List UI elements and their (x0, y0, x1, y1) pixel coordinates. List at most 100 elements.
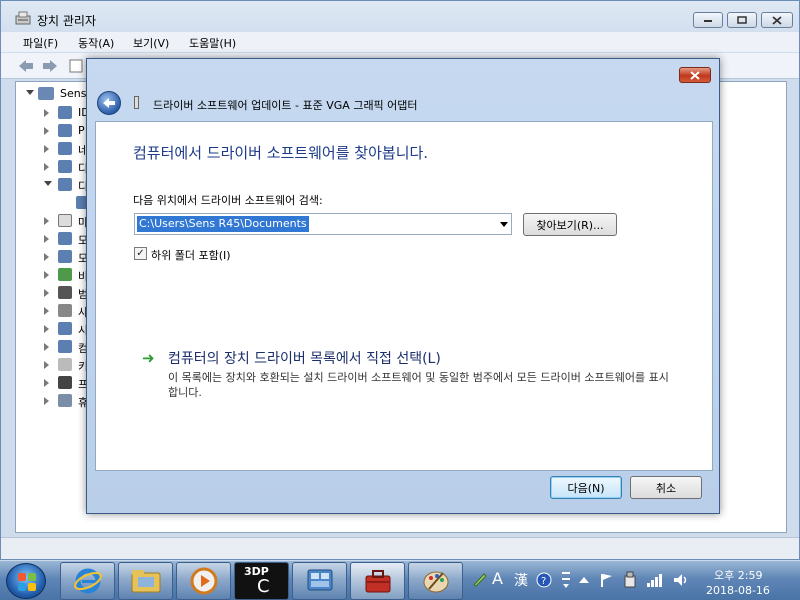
tree-item[interactable]: 네 (16, 140, 88, 158)
flag-icon[interactable] (598, 572, 614, 588)
menu-file[interactable]: 파일(F) (23, 35, 58, 51)
expand-icon[interactable] (44, 289, 49, 297)
tree-item[interactable]: 비 (16, 266, 88, 284)
taskbar-paint[interactable] (408, 562, 463, 600)
mouse-icon (58, 214, 72, 227)
maximize-button[interactable] (727, 12, 757, 28)
dialog-title: 드라이버 소프트웨어 업데이트 - 표준 VGA 그래픽 어댑터 (153, 99, 418, 112)
tree-item[interactable]: 시 (16, 320, 88, 338)
expand-icon[interactable] (44, 127, 49, 135)
green-arrow-icon: ➜ (142, 349, 155, 367)
tree-item[interactable]: 모 (16, 248, 88, 266)
media-player-icon (190, 567, 217, 595)
help-icon[interactable]: ? (536, 572, 552, 588)
expand-icon[interactable] (44, 109, 49, 117)
back-arrow-icon (103, 98, 115, 108)
tree-item-expanded[interactable]: 디 (16, 176, 88, 194)
back-arrow-icon[interactable] (17, 58, 35, 74)
taskbar-control-panel[interactable] (292, 562, 347, 600)
expand-icon[interactable] (44, 217, 49, 225)
start-button[interactable] (6, 563, 46, 599)
processor-icon (58, 376, 72, 389)
volume-icon[interactable] (672, 572, 690, 588)
computer-icon (38, 87, 54, 100)
3dp-letter: C (257, 576, 270, 597)
usb-icon (58, 286, 72, 299)
usb-device-icon[interactable] (622, 571, 638, 589)
expand-icon[interactable] (44, 253, 49, 261)
expand-icon[interactable] (44, 361, 49, 369)
collapse-icon[interactable] (44, 181, 52, 190)
taskbar-device-manager[interactable] (350, 562, 405, 600)
ime-options-icon[interactable] (560, 570, 572, 590)
include-subfolders-label[interactable]: 하위 폴더 포함(I) (151, 247, 231, 263)
display-adapter-icon (134, 96, 139, 109)
tree-item[interactable]: ID (16, 104, 90, 122)
minimize-button[interactable] (693, 12, 723, 28)
expand-icon[interactable] (44, 325, 49, 333)
menu-view[interactable]: 보기(V) (133, 35, 169, 51)
tree-item[interactable]: 프 (16, 374, 88, 392)
tree-item[interactable]: 모 (16, 230, 88, 248)
menu-action[interactable]: 동작(A) (78, 35, 114, 51)
tree-item[interactable]: 디 (16, 158, 88, 176)
back-button[interactable] (97, 91, 121, 115)
paint-palette-icon (423, 571, 448, 593)
taskbar-explorer[interactable] (118, 562, 173, 600)
cancel-button[interactable]: 취소 (630, 476, 702, 499)
tree-root[interactable]: Sens (16, 85, 86, 103)
expand-icon[interactable] (44, 235, 49, 243)
tree-item[interactable]: 마 (16, 212, 88, 230)
clock-date[interactable]: 2018-08-16 (706, 584, 770, 597)
minimize-icon (704, 20, 712, 22)
ime-hanja-label[interactable]: 漢 (514, 570, 528, 590)
properties-icon[interactable] (69, 59, 83, 73)
expand-icon[interactable] (44, 343, 49, 351)
taskbar: 3DP C A 漢 ? 오후 2:59 2018-08-16 (0, 560, 800, 600)
collapse-icon[interactable] (26, 90, 34, 95)
expand-icon[interactable] (44, 145, 49, 153)
tree-item[interactable]: 사 (16, 302, 88, 320)
expand-icon[interactable] (44, 307, 49, 315)
expand-icon[interactable] (44, 163, 49, 171)
pick-from-list-link[interactable]: 컴퓨터의 장치 드라이버 목록에서 직접 선택(L) (168, 348, 441, 368)
close-button[interactable] (761, 12, 793, 28)
menu-bar: 파일(F) 동작(A) 보기(V) 도움말(H) (1, 32, 799, 52)
forward-arrow-icon[interactable] (41, 58, 59, 74)
next-button[interactable]: 다음(N) (550, 476, 622, 499)
tree-child[interactable] (16, 194, 90, 212)
browse-button[interactable]: 찾아보기(R)... (523, 213, 617, 236)
network-signal-icon[interactable] (646, 572, 664, 588)
clock-time[interactable]: 오후 2:59 (714, 567, 762, 583)
ime-pen-icon[interactable] (472, 571, 488, 587)
dialog-close-button[interactable] (679, 67, 711, 83)
windows-logo-icon (28, 583, 36, 591)
chevron-down-icon[interactable] (500, 222, 508, 227)
speaker-icon (58, 304, 72, 317)
svg-text:?: ? (541, 576, 546, 587)
modem-icon (58, 250, 72, 263)
show-hidden-icons-chevron-icon[interactable] (578, 575, 590, 585)
taskbar-internet-explorer[interactable] (60, 562, 115, 600)
expand-icon[interactable] (44, 397, 49, 405)
tree-item[interactable]: 키 (16, 356, 88, 374)
tree-item[interactable]: 컴 (16, 338, 88, 356)
taskbar-3dp-chip[interactable]: 3DP C (234, 562, 289, 600)
windows-logo-icon (18, 573, 26, 581)
expand-icon[interactable] (44, 271, 49, 279)
expand-icon[interactable] (44, 379, 49, 387)
tree-item[interactable]: 휴 (16, 392, 88, 410)
status-bar (1, 537, 799, 559)
tree-item[interactable]: 범 (16, 284, 88, 302)
close-icon (690, 70, 700, 80)
taskbar-media-player[interactable] (176, 562, 231, 600)
tree-item[interactable]: P (16, 122, 86, 140)
title-bar[interactable]: 장치 관리자 (1, 1, 799, 31)
path-input-value[interactable]: C:\Users\Sens R45\Documents (137, 216, 309, 232)
keyboard-icon (58, 358, 72, 371)
hid-icon (58, 394, 72, 407)
path-combobox[interactable]: C:\Users\Sens R45\Documents (134, 213, 512, 235)
include-subfolders-checkbox[interactable]: ✓ (134, 247, 147, 260)
ime-lang-label[interactable]: A (492, 569, 503, 588)
menu-help[interactable]: 도움말(H) (189, 35, 236, 51)
